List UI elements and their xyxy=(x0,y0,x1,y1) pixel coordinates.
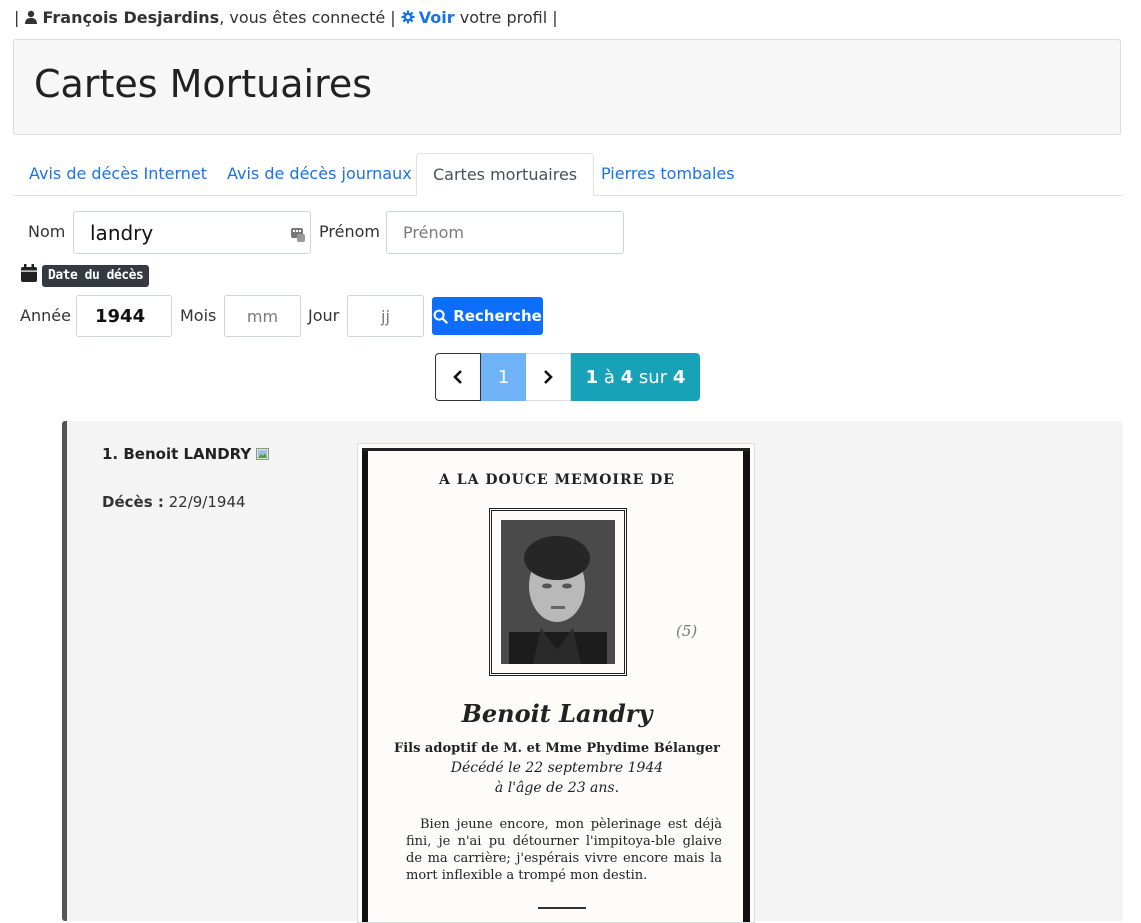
card-line-3: à l'âge de 23 ans. xyxy=(494,780,620,796)
death-date: 22/9/1944 xyxy=(168,493,246,511)
prenom-label: Prénom xyxy=(319,222,380,241)
pager-next[interactable] xyxy=(526,353,571,401)
card-divider xyxy=(538,907,586,909)
card-verse: Bien jeune encore, mon pèlerinage est dé… xyxy=(406,817,722,883)
nom-label: Nom xyxy=(28,222,66,241)
mois-label: Mois xyxy=(180,306,217,325)
jour-input[interactable]: jj xyxy=(347,295,424,337)
card-border-left xyxy=(362,448,368,922)
chevron-right-icon xyxy=(544,370,553,384)
gear-icon[interactable] xyxy=(401,9,415,24)
death-label: Décès : xyxy=(102,493,164,511)
tab-cartes-mortuaires[interactable]: Cartes mortuaires xyxy=(416,153,595,196)
date-badge: Date du décès xyxy=(42,265,150,287)
pager-page-1[interactable]: 1 xyxy=(481,353,526,401)
card-name: Benoit Landry xyxy=(461,699,653,728)
profile-suffix: votre profil | xyxy=(459,8,558,27)
pager-prev[interactable] xyxy=(435,353,481,401)
search-button-label: Recherche xyxy=(453,307,542,325)
page-title: Cartes Mortuaires xyxy=(34,62,373,106)
result-death: Décès : 22/9/1944 xyxy=(102,493,246,511)
portrait-frame xyxy=(489,508,627,676)
pager-to: 4 xyxy=(620,366,634,388)
keyboard-icon[interactable] xyxy=(290,224,306,242)
tab-pierres-tombales[interactable]: Pierres tombales xyxy=(585,153,751,195)
card-border-right xyxy=(743,448,750,922)
card-heading: A LA DOUCE MEMOIRE DE xyxy=(439,472,675,488)
pager-of-word: sur xyxy=(638,366,668,388)
annee-input[interactable]: 1944 xyxy=(76,295,172,337)
image-icon[interactable] xyxy=(256,446,270,460)
calendar-icon xyxy=(20,263,38,283)
pager-total: 4 xyxy=(672,366,686,388)
card-border-top xyxy=(362,448,750,451)
mois-input[interactable]: mm xyxy=(224,295,301,337)
tab-avis-internet[interactable]: Avis de décès Internet xyxy=(13,153,223,195)
annee-label: Année xyxy=(20,306,71,325)
pager-info: 1 à 4 sur 4 xyxy=(571,353,700,401)
search-icon xyxy=(433,309,448,324)
connected-text: , vous êtes connecté | xyxy=(219,8,396,27)
page-header: Cartes Mortuaires xyxy=(13,39,1121,135)
pager-to-word: à xyxy=(603,366,615,388)
card-line-1: Fils adoptif de M. et Mme Phydime Bélang… xyxy=(393,741,720,756)
person-icon xyxy=(24,9,38,24)
user-name: François Desjardins xyxy=(42,8,220,27)
nom-value: landry xyxy=(90,220,154,245)
memorial-card-image[interactable]: A LA DOUCE MEMOIRE DE (5) Benoit Landry … xyxy=(357,443,755,923)
card-line-2: Décédé le 22 septembre 1944 xyxy=(450,760,664,776)
tab-avis-journaux[interactable]: Avis de décès journaux xyxy=(211,153,428,195)
result-name[interactable]: 1. Benoit LANDRY xyxy=(102,445,270,463)
jour-label: Jour xyxy=(308,306,340,325)
portrait-photo xyxy=(501,520,615,664)
nom-input[interactable]: landry xyxy=(73,211,311,254)
separator: | xyxy=(14,8,20,27)
view-profile-link[interactable]: Voir xyxy=(419,8,455,27)
tab-bar: Avis de décès Internet Avis de décès jou… xyxy=(13,153,1123,196)
prenom-input[interactable]: Prénom xyxy=(386,211,624,254)
user-bar: | François Desjardins, vous êtes connect… xyxy=(14,8,558,27)
chevron-left-icon xyxy=(453,370,462,384)
search-button[interactable]: Recherche xyxy=(432,297,543,335)
card-annotation: (5) xyxy=(676,622,698,640)
pager-from: 1 xyxy=(585,366,599,388)
